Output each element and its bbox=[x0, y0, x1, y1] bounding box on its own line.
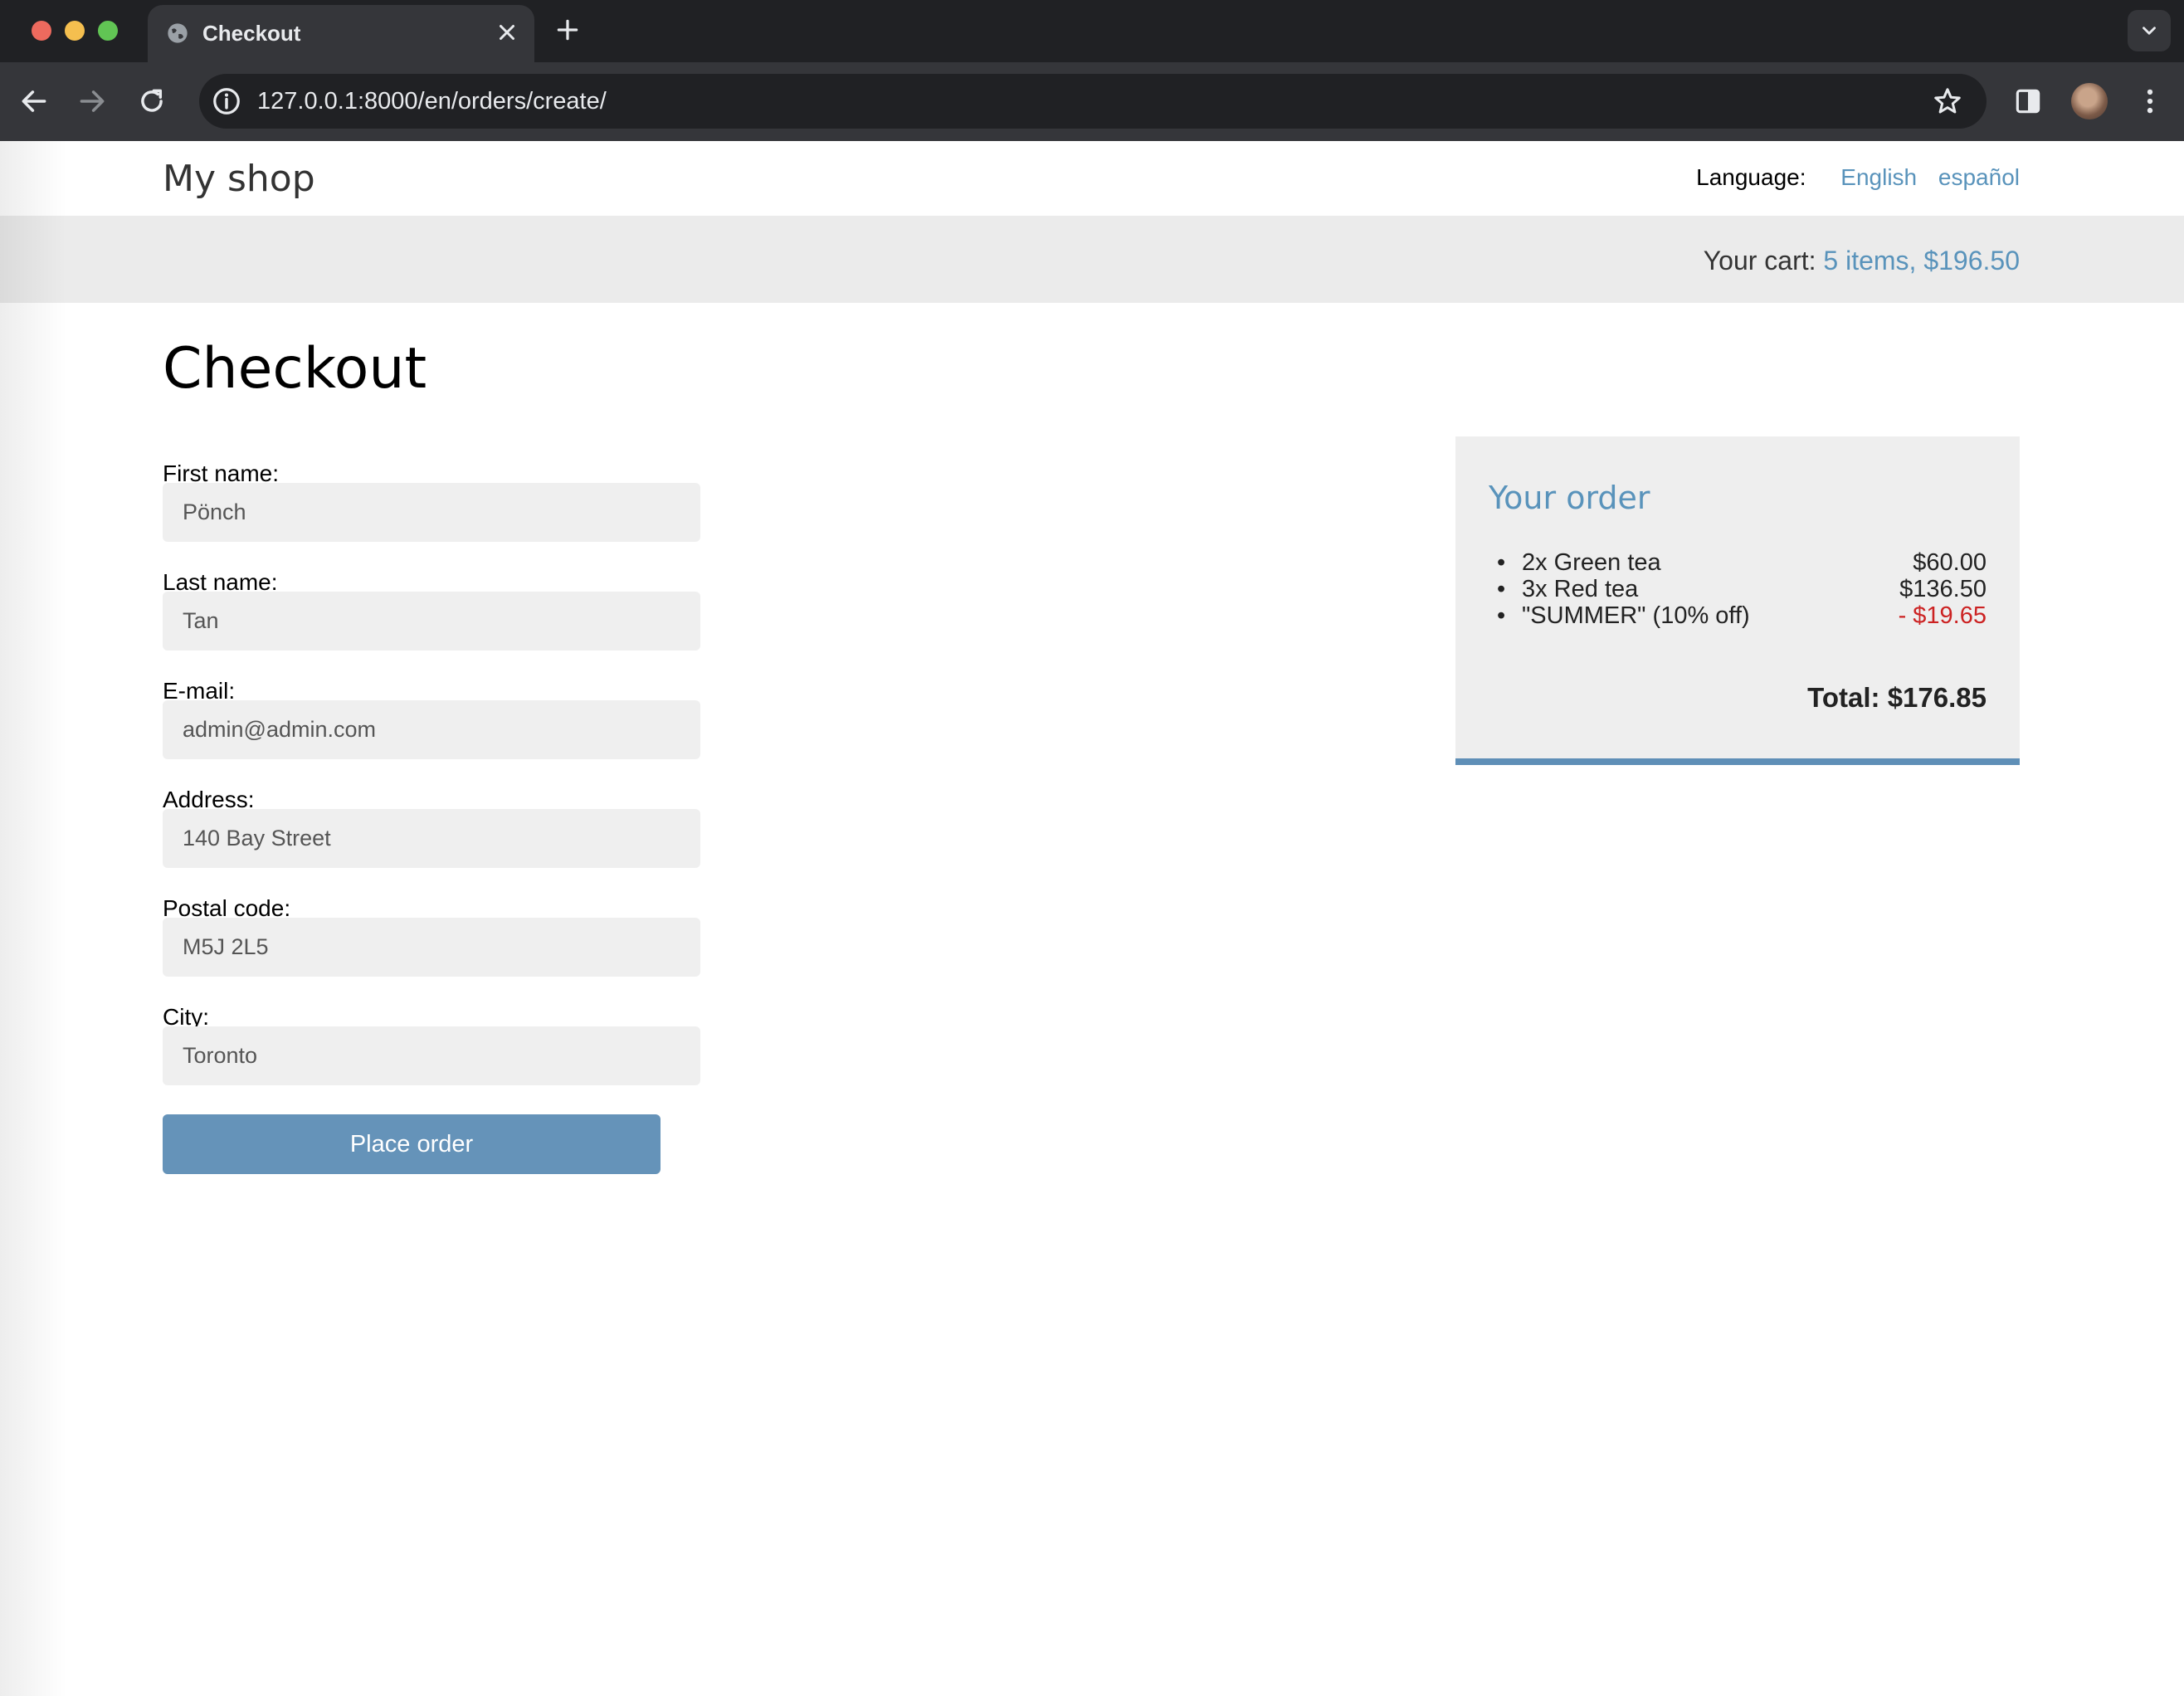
profile-avatar[interactable] bbox=[2071, 83, 2108, 119]
cart-bar: Your cart: 5 items, $196.50 bbox=[0, 216, 2184, 303]
close-window-button[interactable] bbox=[32, 21, 51, 41]
last-name-input[interactable]: Tan bbox=[163, 592, 700, 651]
bullet-icon: • bbox=[1497, 576, 1506, 602]
language-label: Language: bbox=[1696, 164, 1806, 190]
chevron-down-icon bbox=[2143, 27, 2156, 35]
city-input[interactable]: Toronto bbox=[163, 1026, 700, 1085]
cart-label: Your cart: bbox=[1703, 246, 1816, 275]
email-field-group: E-mail: admin@admin.com bbox=[163, 678, 702, 787]
url-text: 127.0.0.1:8000/en/orders/create/ bbox=[257, 88, 607, 115]
order-form: First name: Pönch Last name: Tan E-mail:… bbox=[163, 461, 702, 1113]
cart-link[interactable]: 5 items, $196.50 bbox=[1823, 246, 2020, 275]
address-field-group: Address: 140 Bay Street bbox=[163, 787, 702, 895]
order-item-price: $136.50 bbox=[1899, 576, 1987, 602]
page-content: My shop Language: English español Your c… bbox=[0, 141, 2184, 1696]
place-order-button[interactable]: Place order bbox=[163, 1114, 661, 1174]
tab-search-button[interactable] bbox=[2128, 10, 2171, 51]
order-item: • 3x Red tea $136.50 bbox=[1497, 576, 1987, 602]
first-name-field-group: First name: Pönch bbox=[163, 461, 702, 569]
site-info-icon[interactable] bbox=[211, 85, 242, 117]
discount-amount: - $19.65 bbox=[1898, 602, 1987, 629]
order-item-price: $60.00 bbox=[1913, 549, 1987, 576]
bullet-icon: • bbox=[1497, 549, 1506, 576]
bullet-icon: • bbox=[1497, 602, 1506, 629]
first-name-input[interactable]: Pönch bbox=[163, 483, 700, 542]
forward-arrow-icon[interactable] bbox=[76, 85, 108, 117]
order-item: • 2x Green tea $60.00 bbox=[1497, 549, 1987, 576]
tab-title: Checkout bbox=[202, 21, 301, 46]
address-bar[interactable]: 127.0.0.1:8000/en/orders/create/ bbox=[199, 74, 1987, 129]
order-summary-title: Your order bbox=[1489, 480, 1650, 516]
order-item-name: 2x Green tea bbox=[1522, 549, 1661, 576]
new-tab-plus-icon[interactable] bbox=[554, 17, 581, 43]
browser-tab-active[interactable]: Checkout bbox=[148, 5, 534, 62]
discount-name: "SUMMER" (10% off) bbox=[1522, 602, 1750, 629]
postal-code-input[interactable]: M5J 2L5 bbox=[163, 918, 700, 977]
browser-toolbar: 127.0.0.1:8000/en/orders/create/ bbox=[0, 62, 2184, 141]
order-items-list: • 2x Green tea $60.00 • 3x Red tea $136.… bbox=[1497, 549, 1987, 629]
site-logo[interactable]: My shop bbox=[163, 158, 315, 200]
site-header: My shop Language: English español bbox=[0, 141, 2184, 216]
last-name-field-group: Last name: Tan bbox=[163, 569, 702, 678]
order-total: Total: $176.85 bbox=[1807, 682, 1987, 713]
maximize-window-button[interactable] bbox=[98, 21, 118, 41]
globe-icon bbox=[168, 23, 188, 43]
city-field-group: City: Toronto bbox=[163, 1004, 702, 1113]
postal-code-field-group: Postal code: M5J 2L5 bbox=[163, 895, 702, 1004]
page-title: Checkout bbox=[163, 336, 427, 402]
order-item-name: 3x Red tea bbox=[1522, 576, 1639, 602]
back-arrow-icon[interactable] bbox=[18, 85, 50, 117]
language-selector: Language: English español bbox=[1696, 164, 2020, 191]
cart-summary: Your cart: 5 items, $196.50 bbox=[1704, 246, 2020, 276]
minimize-window-button[interactable] bbox=[65, 21, 85, 41]
browser-tab-strip: Checkout bbox=[0, 0, 2184, 62]
order-discount-item: • "SUMMER" (10% off) - $19.65 bbox=[1497, 602, 1987, 629]
language-link-english[interactable]: English bbox=[1840, 164, 1917, 190]
more-menu-icon[interactable] bbox=[2134, 85, 2166, 117]
order-summary-panel: Your order • 2x Green tea $60.00 • 3x Re… bbox=[1455, 436, 2020, 765]
side-panel-icon[interactable] bbox=[2012, 85, 2044, 117]
reload-icon[interactable] bbox=[136, 85, 168, 117]
bookmark-star-icon[interactable] bbox=[1932, 85, 1963, 117]
language-link-espanol[interactable]: español bbox=[1938, 164, 2020, 190]
page-edge-shadow bbox=[0, 141, 66, 1696]
close-tab-icon[interactable] bbox=[495, 20, 519, 45]
address-input[interactable]: 140 Bay Street bbox=[163, 809, 700, 868]
email-input[interactable]: admin@admin.com bbox=[163, 700, 700, 759]
